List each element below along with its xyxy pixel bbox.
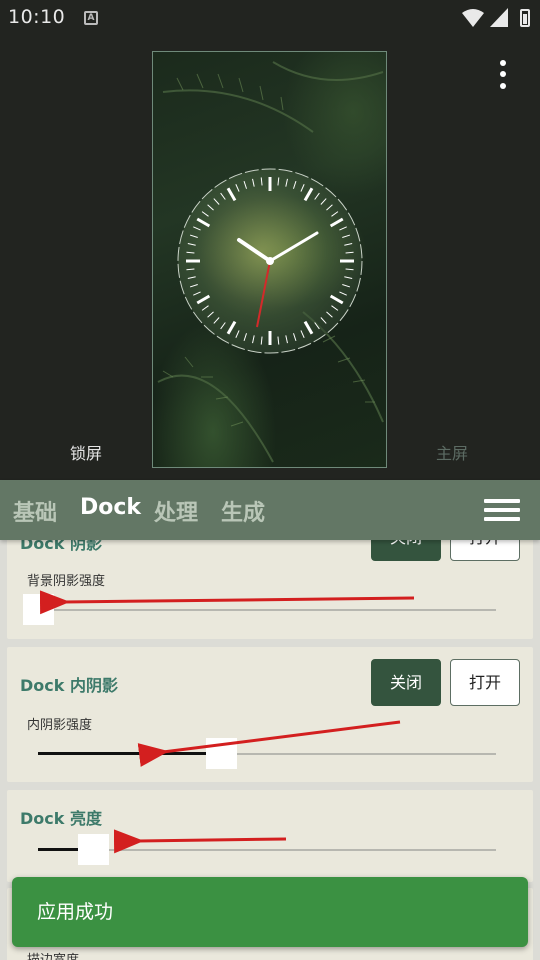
tab-bar: 基础 Dock 处理 生成 (0, 480, 540, 540)
lockscreen-label[interactable]: 锁屏 (70, 440, 102, 464)
shadow-strength-label: 背景阴影强度 (27, 574, 106, 589)
stroke-width-label: 描边宽度 (27, 949, 79, 960)
signal-icon (490, 8, 508, 27)
tab-generate[interactable]: 生成 (221, 495, 265, 527)
inner-shadow-strength-slider[interactable] (38, 738, 496, 769)
slider-fill (38, 752, 222, 755)
status-bar: 10:10 A (0, 0, 540, 36)
slider-thumb[interactable] (23, 594, 54, 625)
inner-shadow-on-button[interactable]: 打开 (450, 659, 520, 706)
more-options-icon[interactable] (492, 58, 514, 92)
dock-inner-shadow-card: Dock 内阴影 关闭 打开 内阴影强度 (7, 647, 533, 782)
wifi-icon (462, 9, 484, 27)
shadow-strength-slider[interactable] (23, 594, 496, 625)
notification-icon: A (84, 11, 98, 25)
slider-thumb[interactable] (206, 738, 238, 769)
dock-brightness-card: Dock 亮度 (7, 790, 533, 882)
card-title: Dock 亮度 (20, 809, 102, 828)
inner-shadow-strength-label: 内阴影强度 (27, 718, 93, 733)
menu-icon[interactable] (484, 499, 520, 521)
tab-dock[interactable]: Dock (80, 495, 141, 520)
homescreen-label[interactable]: 主屏 (436, 440, 468, 464)
status-time: 10:10 (8, 6, 66, 28)
card-title: Dock 内阴影 (20, 676, 118, 695)
battery-icon (520, 9, 530, 27)
top-preview-area: 10:10 A 锁屏 主屏 (0, 0, 540, 480)
tab-process[interactable]: 处理 (154, 495, 198, 527)
inner-shadow-off-button[interactable]: 关闭 (371, 659, 441, 706)
analog-clock (175, 166, 365, 356)
tab-basic[interactable]: 基础 (13, 495, 57, 527)
brightness-slider[interactable] (38, 834, 496, 865)
slider-thumb[interactable] (77, 834, 109, 865)
wallpaper-preview (152, 51, 387, 468)
success-toast: 应用成功 (12, 877, 528, 947)
